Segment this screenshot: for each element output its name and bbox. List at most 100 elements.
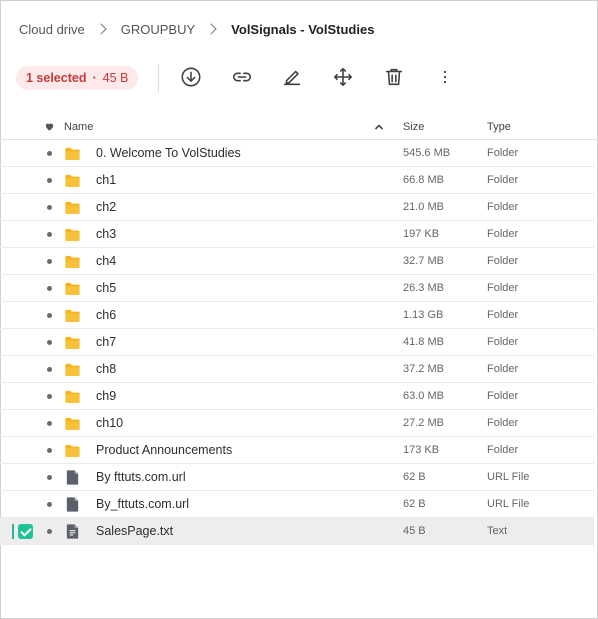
- get-link-button[interactable]: [227, 62, 257, 92]
- file-type: Folder: [487, 282, 519, 294]
- column-header-type[interactable]: Type: [487, 121, 511, 133]
- url-file-icon: [64, 469, 81, 486]
- file-size: 66.8 MB: [403, 174, 444, 186]
- file-list: 0. Welcome To VolStudies 545.6 MB Folder ch…: [0, 140, 594, 545]
- selection-badge: 1 selected · 45 B: [16, 66, 139, 90]
- selection-count: 1 selected: [26, 71, 87, 85]
- table-row[interactable]: ch5 26.3 MB Folder: [0, 275, 594, 302]
- rename-button[interactable]: [277, 62, 307, 92]
- table-row[interactable]: ch6 1.13 GB Folder: [0, 302, 594, 329]
- file-name[interactable]: By_fttuts.com.url: [96, 497, 189, 511]
- file-type: Folder: [487, 309, 519, 321]
- file-type: Folder: [487, 228, 519, 240]
- column-header-size[interactable]: Size: [403, 121, 424, 133]
- row-bullet: [47, 502, 52, 507]
- table-row[interactable]: ch1 66.8 MB Folder: [0, 167, 594, 194]
- file-type: Folder: [487, 390, 519, 402]
- file-type: Folder: [487, 363, 519, 375]
- column-header-name[interactable]: Name: [64, 121, 93, 133]
- file-size: 32.7 MB: [403, 255, 444, 267]
- file-type: Folder: [487, 444, 519, 456]
- folder-icon: [64, 361, 81, 378]
- delete-button[interactable]: [379, 62, 409, 92]
- table-row[interactable]: ch2 21.0 MB Folder: [0, 194, 594, 221]
- row-bullet: [47, 178, 52, 183]
- row-bullet: [47, 421, 52, 426]
- selection-indicator: [12, 524, 14, 539]
- file-size: 45 B: [403, 525, 426, 537]
- table-row[interactable]: Product Announcements 173 KB Folder: [0, 437, 594, 464]
- table-row[interactable]: ch10 27.2 MB Folder: [0, 410, 594, 437]
- more-options-button[interactable]: [430, 62, 460, 92]
- row-checkbox[interactable]: [12, 524, 34, 539]
- folder-icon: [64, 172, 81, 189]
- download-icon: [181, 67, 201, 87]
- file-type: Folder: [487, 174, 519, 186]
- delete-icon: [385, 68, 403, 86]
- link-icon: [232, 72, 252, 82]
- chevron-right-icon: [205, 23, 217, 35]
- checkbox-checked-icon[interactable]: [18, 524, 33, 539]
- file-type: Folder: [487, 336, 519, 348]
- file-type: URL File: [487, 471, 530, 483]
- file-name[interactable]: ch8: [96, 362, 116, 376]
- file-name[interactable]: 0. Welcome To VolStudies: [96, 146, 241, 160]
- folder-icon: [64, 334, 81, 351]
- file-type: Text: [487, 525, 508, 537]
- row-bullet: [47, 340, 52, 345]
- row-bullet: [47, 394, 52, 399]
- file-name[interactable]: By fttuts.com.url: [96, 470, 186, 484]
- table-row[interactable]: By_fttuts.com.url 62 B URL File: [0, 491, 594, 518]
- table-row[interactable]: ch3 197 KB Folder: [0, 221, 594, 248]
- file-size: 37.2 MB: [403, 363, 444, 375]
- row-bullet: [47, 259, 52, 264]
- file-type: Folder: [487, 255, 519, 267]
- toolbar-divider: [158, 64, 160, 92]
- file-type: Folder: [487, 147, 519, 159]
- file-name[interactable]: ch4: [96, 254, 116, 268]
- table-row[interactable]: ch7 41.8 MB Folder: [0, 329, 594, 356]
- table-row[interactable]: By fttuts.com.url 62 B URL File: [0, 464, 594, 491]
- row-bullet: [47, 367, 52, 372]
- folder-icon: [64, 307, 81, 324]
- table-row[interactable]: ch8 37.2 MB Folder: [0, 356, 594, 383]
- sort-ascending-icon[interactable]: [374, 122, 384, 132]
- row-bullet: [47, 232, 52, 237]
- folder-icon: [64, 145, 81, 162]
- url-file-icon: [64, 496, 81, 513]
- file-name[interactable]: SalesPage.txt: [96, 524, 173, 538]
- more-icon: [443, 70, 447, 84]
- folder-icon: [64, 442, 81, 459]
- table-row[interactable]: ch4 32.7 MB Folder: [0, 248, 594, 275]
- file-name[interactable]: ch10: [96, 416, 123, 430]
- breadcrumb-cloud-drive[interactable]: Cloud drive: [19, 22, 85, 37]
- folder-icon: [64, 226, 81, 243]
- row-bullet: [47, 313, 52, 318]
- table-row[interactable]: SalesPage.txt 45 B Text: [0, 518, 594, 545]
- row-bullet: [47, 529, 52, 534]
- selection-toolbar: 1 selected · 45 B: [16, 63, 160, 93]
- row-bullet: [47, 205, 52, 210]
- breadcrumb: Cloud drive GROUPBUY VolSignals - VolStu…: [19, 19, 374, 39]
- file-name[interactable]: ch3: [96, 227, 116, 241]
- file-name[interactable]: ch7: [96, 335, 116, 349]
- file-name[interactable]: Product Announcements: [96, 443, 232, 457]
- heart-icon[interactable]: [44, 121, 55, 132]
- folder-icon: [64, 388, 81, 405]
- row-bullet: [47, 448, 52, 453]
- file-name[interactable]: ch5: [96, 281, 116, 295]
- file-name[interactable]: ch6: [96, 308, 116, 322]
- file-name[interactable]: ch2: [96, 200, 116, 214]
- table-row[interactable]: 0. Welcome To VolStudies 545.6 MB Folder: [0, 140, 594, 167]
- file-name[interactable]: ch1: [96, 173, 116, 187]
- download-button[interactable]: [176, 62, 206, 92]
- rename-icon: [283, 70, 301, 86]
- file-name[interactable]: ch9: [96, 389, 116, 403]
- move-button[interactable]: [328, 62, 358, 92]
- file-size: 63.0 MB: [403, 390, 444, 402]
- breadcrumb-groupbuy[interactable]: GROUPBUY: [121, 22, 195, 37]
- folder-icon: [64, 253, 81, 270]
- file-size: 21.0 MB: [403, 201, 444, 213]
- file-size: 27.2 MB: [403, 417, 444, 429]
- table-row[interactable]: ch9 63.0 MB Folder: [0, 383, 594, 410]
